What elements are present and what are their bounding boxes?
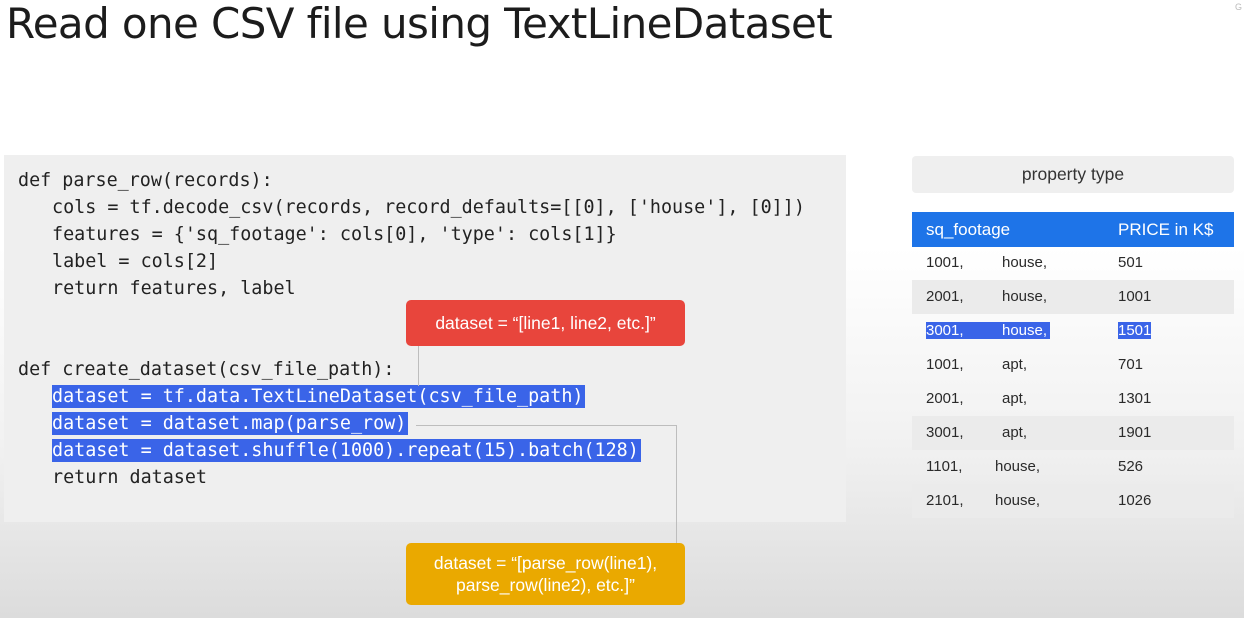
slide-title: Read one CSV file using TextLineDataset bbox=[6, 0, 833, 48]
code-line-create-dataset-def: def create_dataset(csv_file_path): bbox=[18, 359, 395, 380]
cell-sq-footage: 1101, bbox=[926, 458, 963, 475]
cell-sq-footage: 3001, bbox=[926, 424, 964, 441]
corner-logo-mark: G bbox=[1234, 2, 1242, 12]
table-row: 2001, apt, 1301 bbox=[912, 382, 1234, 416]
selected-code-shuffle[interactable]: dataset = dataset.shuffle(1000).repeat(1… bbox=[52, 439, 641, 462]
cell-price: 526 bbox=[1118, 458, 1144, 475]
code-line-shuffle: dataset = dataset.shuffle(1000).repeat(1… bbox=[52, 437, 641, 464]
cell-type: apt, bbox=[1002, 390, 1028, 407]
cell-sq-footage: 2001, bbox=[926, 288, 964, 305]
cell-sq-footage: 2101, bbox=[926, 492, 964, 509]
connector-map-horizontal bbox=[416, 425, 676, 426]
code-line-label: label = cols[2] bbox=[52, 251, 219, 272]
cell-type: house, bbox=[995, 492, 1041, 509]
cell-type: house, bbox=[995, 458, 1041, 475]
callout-map-result-line2: parse_row(line2), etc.]” bbox=[456, 575, 635, 595]
cell-price: 1026 bbox=[1118, 492, 1152, 509]
cell-sq-footage: 1001, bbox=[926, 254, 964, 271]
cell-type: apt, bbox=[1002, 424, 1028, 441]
column-header-price: PRICE in K$ bbox=[1118, 220, 1214, 239]
cell-price: 701 bbox=[1118, 356, 1144, 373]
code-line-textlinedataset: dataset = tf.data.TextLineDataset(csv_fi… bbox=[52, 383, 586, 410]
code-line-map: dataset = dataset.map(parse_row) bbox=[52, 410, 409, 437]
cell-sq-footage: 2001, bbox=[926, 390, 964, 407]
connector-red-callout bbox=[418, 346, 419, 386]
table-row: 1001, house, 501 bbox=[912, 246, 1234, 280]
table-row: 2101, house, 1026 bbox=[912, 484, 1234, 518]
cell-price: 1001 bbox=[1118, 288, 1152, 305]
cell-type: apt, bbox=[1002, 356, 1028, 373]
selected-code-textlinedataset[interactable]: dataset = tf.data.TextLineDataset(csv_fi… bbox=[52, 385, 586, 408]
table-row-selected: 3001, house, 1501 bbox=[912, 314, 1234, 348]
connector-map-vertical bbox=[676, 425, 677, 543]
cell-type: house, bbox=[1002, 254, 1048, 271]
selected-code-map[interactable]: dataset = dataset.map(parse_row) bbox=[52, 412, 409, 435]
table-row: 2001, house, 1001 bbox=[912, 280, 1234, 314]
code-line-parse-row-def: def parse_row(records): bbox=[18, 170, 273, 191]
selected-cell-price[interactable]: 1501 bbox=[1118, 322, 1152, 339]
code-line-features: features = {'sq_footage': cols[0], 'type… bbox=[52, 224, 617, 245]
cell-sq-footage: 1001, bbox=[926, 356, 964, 373]
table-row: 1101, house, 526 bbox=[912, 450, 1234, 484]
cell-price: 1301 bbox=[1118, 390, 1152, 407]
cell-price: 501 bbox=[1118, 254, 1144, 271]
callout-map-result: dataset = “[parse_row(line1), parse_row(… bbox=[406, 543, 685, 605]
callout-map-result-line1: dataset = “[parse_row(line1), bbox=[433, 553, 658, 573]
code-line-cols: cols = tf.decode_csv(records, record_def… bbox=[52, 197, 805, 218]
selected-cell-type[interactable]: house, bbox=[1002, 322, 1050, 339]
column-header-sq-footage: sq_footage bbox=[926, 220, 1011, 239]
table-row: 1001, apt, 701 bbox=[912, 348, 1234, 382]
code-line-return-features: return features, label bbox=[52, 278, 296, 299]
table-header-row: sq_footage PRICE in K$ bbox=[912, 212, 1234, 247]
callout-textlinedataset-result: dataset = “[line1, line2, etc.]” bbox=[406, 300, 685, 346]
cell-type: house, bbox=[1002, 288, 1048, 305]
cell-price: 1901 bbox=[1118, 424, 1152, 441]
property-type-header: property type bbox=[912, 156, 1234, 193]
table-row: 3001, apt, 1901 bbox=[912, 416, 1234, 450]
code-line-return-dataset: return dataset bbox=[52, 467, 208, 488]
selected-cell-sq-footage[interactable]: 3001, bbox=[926, 322, 1002, 339]
